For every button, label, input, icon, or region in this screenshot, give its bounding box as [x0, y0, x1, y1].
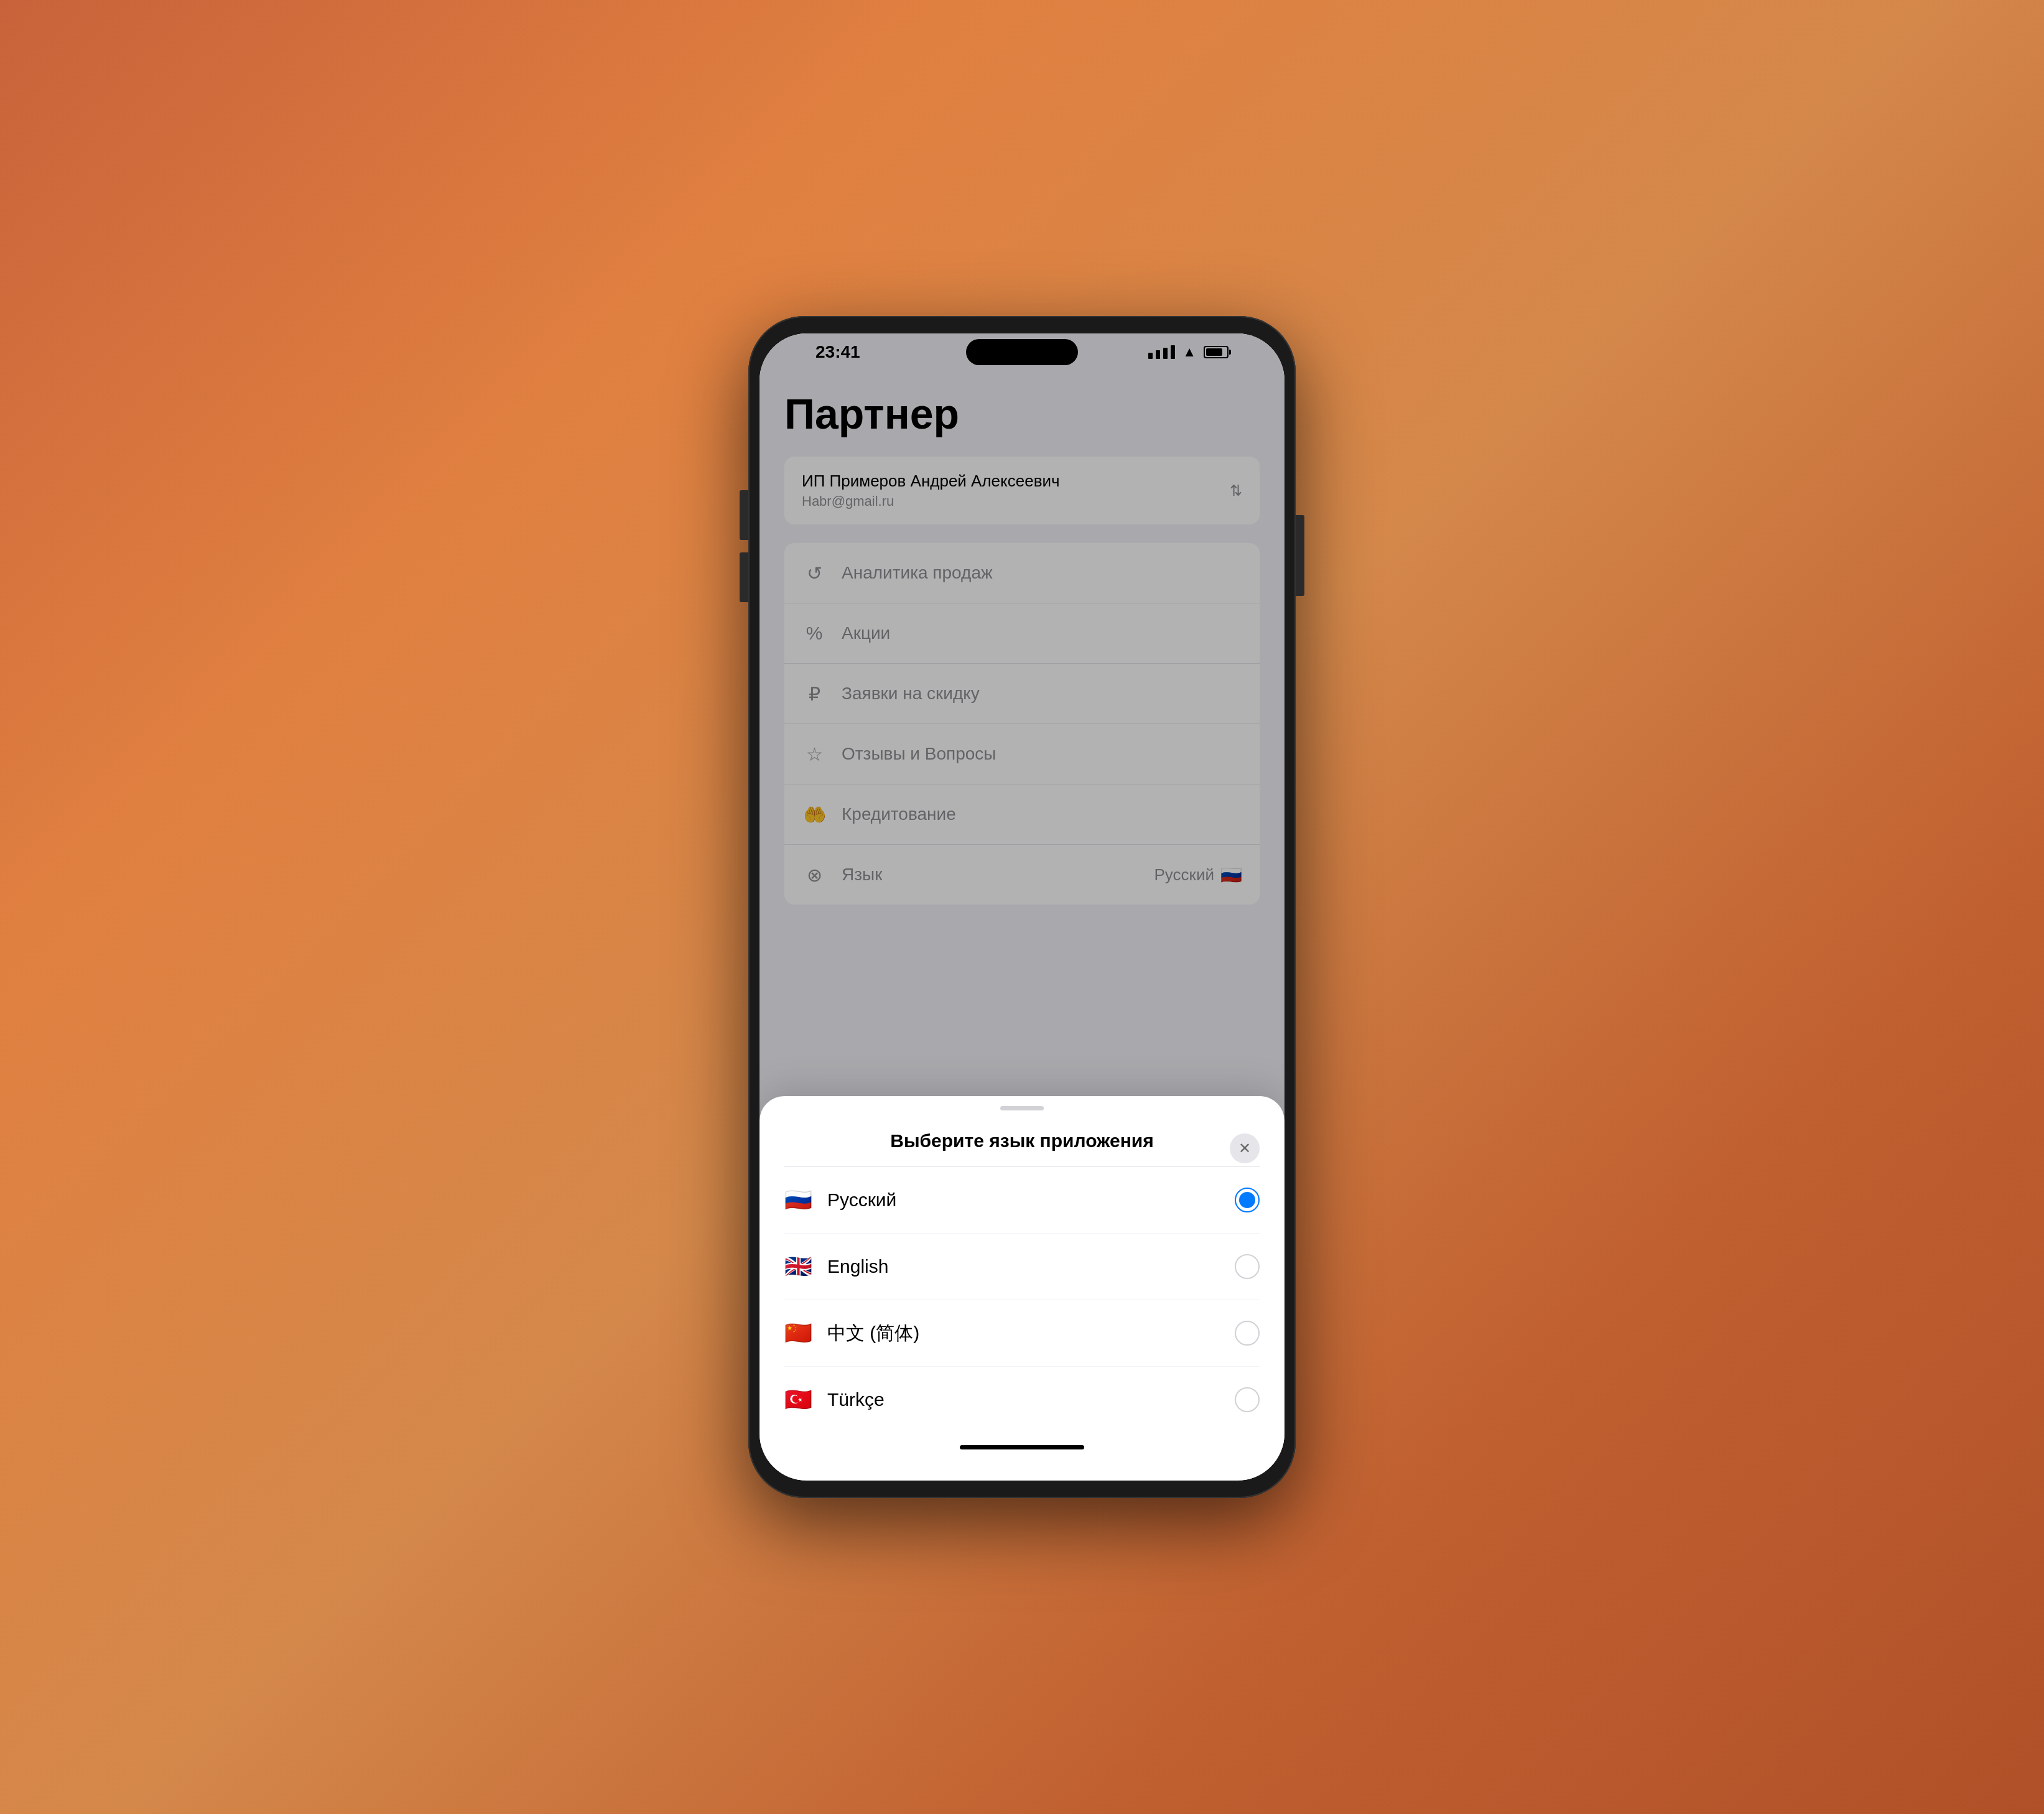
language-item-zh[interactable]: 🇨🇳 中文 (简体) [784, 1300, 1260, 1367]
sheet-handle [1000, 1106, 1044, 1110]
ru-flag: 🇷🇺 [784, 1187, 812, 1213]
language-item-en[interactable]: 🇬🇧 English [784, 1234, 1260, 1300]
language-bottom-sheet: Выберите язык приложения ✕ 🇷🇺 Русский 🇬🇧 [760, 1096, 1284, 1481]
language-list: 🇷🇺 Русский 🇬🇧 English 🇨🇳 中文 (简体) [760, 1167, 1284, 1433]
ru-radio[interactable] [1235, 1188, 1260, 1212]
language-item-tr[interactable]: 🇹🇷 Türkçe [784, 1367, 1260, 1433]
en-flag: 🇬🇧 [784, 1254, 812, 1280]
zh-flag: 🇨🇳 [784, 1320, 812, 1346]
phone-frame: 23:41 ▲ Партнер [748, 316, 1296, 1498]
sheet-title: Выберите язык приложения [890, 1130, 1153, 1151]
sheet-header: Выберите язык приложения ✕ [760, 1110, 1284, 1166]
power-button[interactable] [1296, 515, 1304, 596]
volume-up-button[interactable] [740, 490, 748, 540]
volume-down-button[interactable] [740, 552, 748, 602]
tr-flag: 🇹🇷 [784, 1387, 812, 1413]
close-button[interactable]: ✕ [1230, 1133, 1260, 1163]
tr-radio[interactable] [1235, 1387, 1260, 1412]
bottom-sheet-overlay: Выберите язык приложения ✕ 🇷🇺 Русский 🇬🇧 [760, 333, 1284, 1481]
phone-screen: 23:41 ▲ Партнер [760, 333, 1284, 1481]
ru-radio-inner [1239, 1192, 1255, 1208]
zh-label: 中文 (简体) [827, 1321, 1220, 1346]
en-label: English [827, 1256, 1220, 1277]
language-item-ru[interactable]: 🇷🇺 Русский [784, 1167, 1260, 1234]
ru-label: Русский [827, 1189, 1220, 1211]
zh-radio[interactable] [1235, 1321, 1260, 1346]
home-indicator [960, 1445, 1084, 1449]
tr-label: Türkçe [827, 1389, 1220, 1410]
en-radio[interactable] [1235, 1254, 1260, 1279]
